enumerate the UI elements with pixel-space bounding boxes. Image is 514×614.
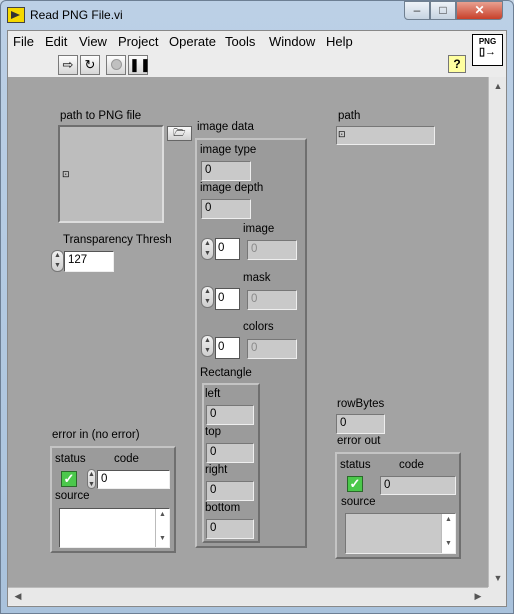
rectangle-label: Rectangle [200, 367, 252, 379]
menu-bar: File Edit View Project Operate Tools Win… [8, 31, 472, 53]
menu-operate[interactable]: Operate [169, 34, 216, 49]
error-in-code-value: 0 [101, 473, 108, 485]
rect-top-label: top [205, 426, 221, 438]
run-continuously-icon[interactable]: ↻ [80, 55, 100, 75]
error-out-status-label: status [340, 459, 371, 471]
error-in-code-input[interactable]: 0 [97, 470, 170, 489]
menu-file[interactable]: File [13, 34, 34, 49]
menu-project[interactable]: Project [118, 34, 158, 49]
image-data-label: image data [197, 121, 254, 133]
image-type-indicator: 0 [201, 161, 251, 181]
image-type-label: image type [200, 144, 257, 156]
colors-index-stepper[interactable]: ▲ ▼ [201, 335, 214, 357]
error-out-code-value: 0 [384, 479, 391, 491]
rect-top-indicator: 0 [206, 443, 254, 463]
path-symbol-icon: ⊡ [62, 169, 70, 179]
toolbar: ⇨ ↻ ❚❚ [8, 53, 472, 77]
scroll-left-icon[interactable]: ◀ [10, 591, 26, 602]
transparency-input[interactable]: 127 [64, 251, 114, 272]
maximize-button[interactable]: □ [430, 1, 456, 20]
minimize-button[interactable]: – [404, 1, 430, 20]
image-depth-indicator: 0 [201, 199, 251, 219]
error-out-code-indicator: 0 [380, 476, 456, 495]
rect-bottom-label: bottom [205, 502, 241, 514]
scroll-right-icon[interactable]: ▶ [470, 591, 486, 602]
window-title: Read PNG File.vi [30, 8, 123, 22]
labview-icon [7, 7, 25, 23]
menu-help[interactable]: Help [326, 34, 353, 49]
mask-array-label: mask [243, 272, 271, 284]
rect-left-indicator: 0 [206, 405, 254, 425]
error-out-source-scrollbar[interactable]: ▲ ▼ [441, 514, 455, 553]
error-in-source-scrollbar[interactable]: ▲ ▼ [155, 509, 169, 547]
error-in-status-checkbox[interactable]: ✓ [61, 471, 77, 487]
error-out-label: error out [337, 435, 381, 447]
rowbytes-indicator: 0 [336, 414, 385, 434]
error-out-status-led: ✓ [347, 476, 363, 492]
scroll-up-icon[interactable]: ▲ [490, 81, 506, 91]
error-in-code-label: code [114, 453, 139, 465]
path-out-indicator: ⊡ [336, 126, 435, 145]
transparency-stepper[interactable]: ▲ ▼ [51, 250, 64, 272]
vi-icon-text: PNG [478, 37, 497, 46]
run-arrow-icon[interactable]: ⇨ [58, 55, 78, 75]
context-help-button[interactable]: ? [448, 55, 466, 73]
error-in-label: error in (no error) [52, 429, 140, 441]
image-index-stepper[interactable]: ▲ ▼ [201, 238, 214, 260]
rect-right-label: right [205, 464, 228, 476]
rect-right-indicator: 0 [206, 481, 254, 501]
vi-connector-icon: PNG ▯→ [472, 34, 503, 66]
menu-tools[interactable]: Tools [225, 34, 255, 49]
error-in-source-label: source [55, 490, 90, 502]
error-in-status-label: status [55, 453, 86, 465]
path-symbol-icon: ⊡ [338, 129, 346, 139]
scroll-down-icon[interactable]: ▼ [490, 573, 506, 583]
error-in-code-stepper[interactable]: ▲ ▼ [87, 469, 96, 489]
transparency-label: Transparency Thresh [63, 234, 172, 246]
error-out-source-indicator: ▲ ▼ [345, 513, 456, 554]
error-out-source-label: source [341, 496, 376, 508]
colors-element: 0 [247, 339, 297, 359]
rect-bottom-indicator: 0 [206, 519, 254, 539]
horizontal-scrollbar[interactable]: ◀ ▶ [8, 587, 488, 605]
image-element: 0 [247, 240, 297, 260]
image-index-input[interactable]: 0 [215, 238, 240, 260]
colors-array-label: colors [243, 321, 274, 333]
browse-folder-icon[interactable]: 🗁 [167, 126, 192, 141]
mask-index-stepper[interactable]: ▲ ▼ [201, 286, 214, 308]
menu-edit[interactable]: Edit [45, 34, 67, 49]
path-to-png-control[interactable]: ⊡ [58, 125, 164, 223]
menu-view[interactable]: View [79, 34, 107, 49]
rowbytes-label: rowBytes [337, 398, 385, 410]
vertical-scrollbar[interactable]: ▲ ▼ [488, 77, 506, 587]
error-out-code-label: code [399, 459, 424, 471]
mask-element: 0 [247, 290, 297, 310]
close-button[interactable]: ✕ [456, 1, 503, 20]
pause-icon[interactable]: ❚❚ [128, 55, 151, 75]
path-to-png-label: path to PNG file [60, 110, 142, 122]
colors-index-input[interactable]: 0 [215, 337, 240, 359]
image-depth-label: image depth [200, 182, 264, 194]
mask-index-input[interactable]: 0 [215, 288, 240, 310]
title-bar: Read PNG File.vi – □ ✕ [0, 0, 514, 30]
error-in-source-input[interactable]: ▲ ▼ [59, 508, 170, 548]
abort-icon[interactable] [106, 55, 126, 75]
path-out-label: path [338, 110, 361, 122]
image-array-label: image [243, 223, 275, 235]
menu-window[interactable]: Window [269, 34, 315, 49]
scrollbar-corner [488, 587, 506, 605]
rect-left-label: left [205, 388, 221, 400]
